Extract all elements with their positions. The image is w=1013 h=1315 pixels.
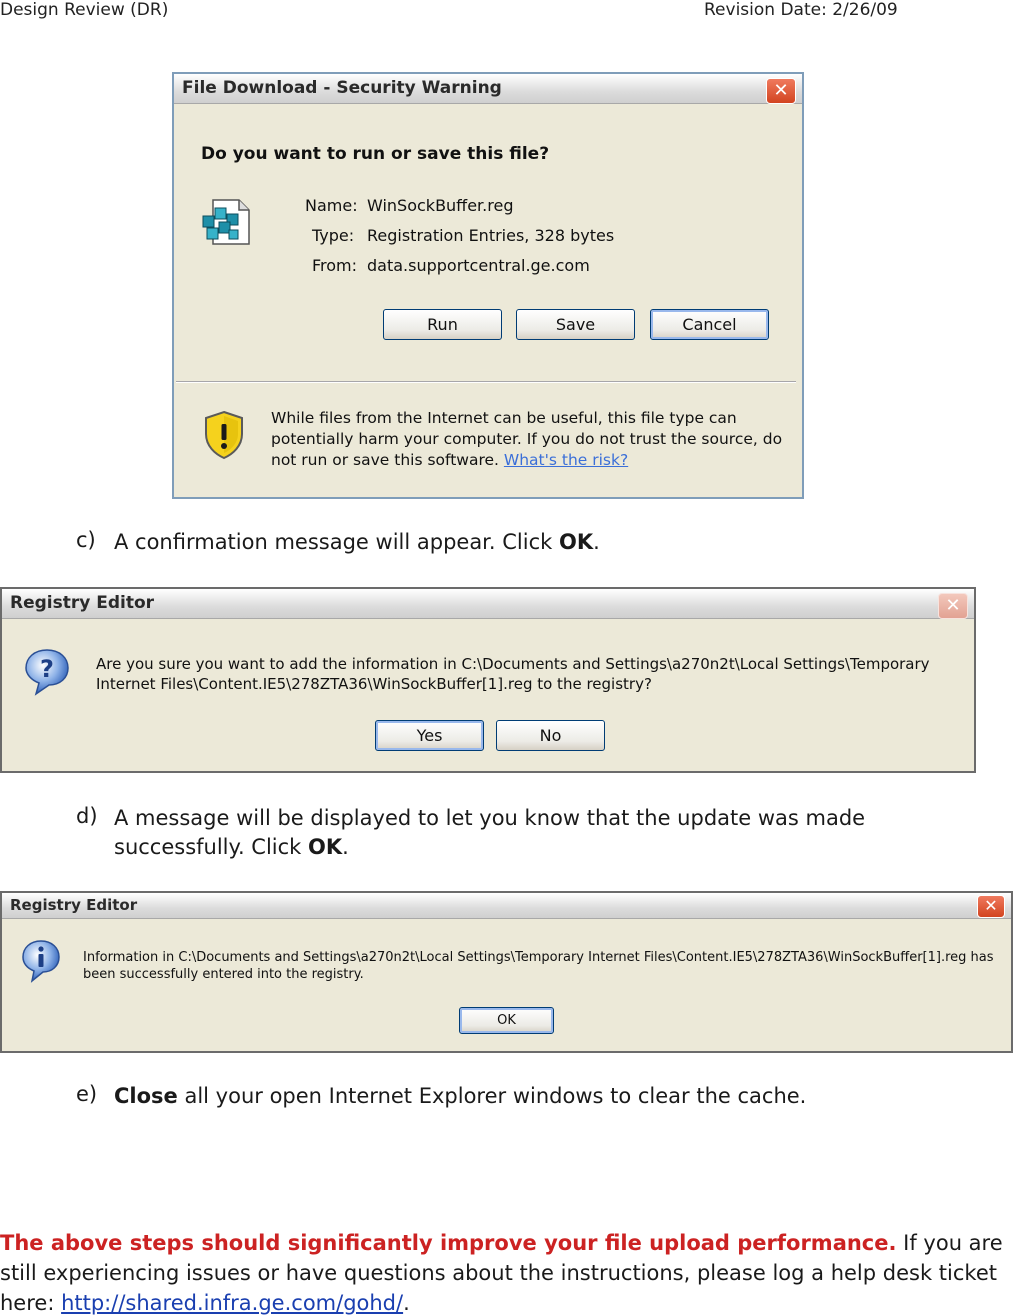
help-desk-link[interactable]: http://shared.infra.ge.com/gohd/ [61,1291,403,1315]
step-d-marker: d) [76,804,98,828]
from-label: From: [312,256,358,275]
security-warning-text: While files from the Internet can be use… [271,409,783,469]
type-label: Type: [312,226,355,245]
ok-button[interactable]: OK [459,1007,554,1034]
step-d-text: A message will be displayed to let you k… [114,806,866,859]
type-value: Registration Entries, 328 bytes [367,226,615,245]
footer-paragraph: The above steps should significantly imp… [0,1231,1003,1315]
step-c-text: A confirmation message will appear. Clic… [114,530,559,554]
footer-highlight: The above steps should significantly imp… [0,1231,897,1255]
close-icon[interactable]: ✕ [977,895,1005,918]
close-icon[interactable]: ✕ [938,593,968,619]
svg-text:?: ? [40,655,54,683]
file-download-dialog: File Download - Security Warning ✕ Do yo… [172,72,804,499]
from-value: data.supportcentral.ge.com [367,256,590,275]
name-label: Name: [305,196,358,215]
no-button[interactable]: No [496,720,605,751]
registry-info-dialog: Registry Editor ✕ Information in C:\Docu… [0,891,1013,1053]
run-button[interactable]: Run [383,309,502,340]
step-d-ok: OK [308,835,343,859]
confirm-message: Are you sure you want to add the informa… [96,655,930,693]
info-title-bar[interactable]: Registry Editor ✕ [2,893,1011,919]
step-e-close: Close [114,1084,178,1108]
security-shield-icon [202,410,246,460]
name-value: WinSockBuffer.reg [367,196,514,215]
confirm-title-bar[interactable]: Registry Editor ✕ [2,589,974,619]
doc-header-title: Design Review (DR) [0,0,169,20]
save-button[interactable]: Save [516,309,635,340]
confirm-title: Registry Editor [10,593,155,613]
dialog-divider [176,381,796,383]
dialog-title: File Download - Security Warning [182,78,502,98]
registry-confirm-dialog: Registry Editor ✕ ? Are you sure you wan… [0,587,976,773]
dialog-title-bar[interactable]: File Download - Security Warning ✕ [174,74,802,104]
registry-file-icon [201,194,253,248]
info-icon [20,939,62,985]
whats-the-risk-link[interactable]: What's the risk? [504,451,628,469]
info-title: Registry Editor [10,896,138,914]
question-icon: ? [22,647,72,697]
step-e-marker: e) [76,1082,98,1106]
download-question: Do you want to run or save this file? [201,144,550,164]
step-e-text: all your open Internet Explorer windows … [177,1084,807,1108]
step-c-ok: OK [558,530,594,554]
yes-button[interactable]: Yes [375,720,484,751]
close-icon[interactable]: ✕ [766,78,796,104]
step-c-marker: c) [76,528,96,552]
doc-header-revision-date: Revision Date: 2/26/09 [704,0,898,20]
info-message: Information in C:\Documents and Settings… [83,950,994,982]
cancel-button[interactable]: Cancel [650,309,769,340]
